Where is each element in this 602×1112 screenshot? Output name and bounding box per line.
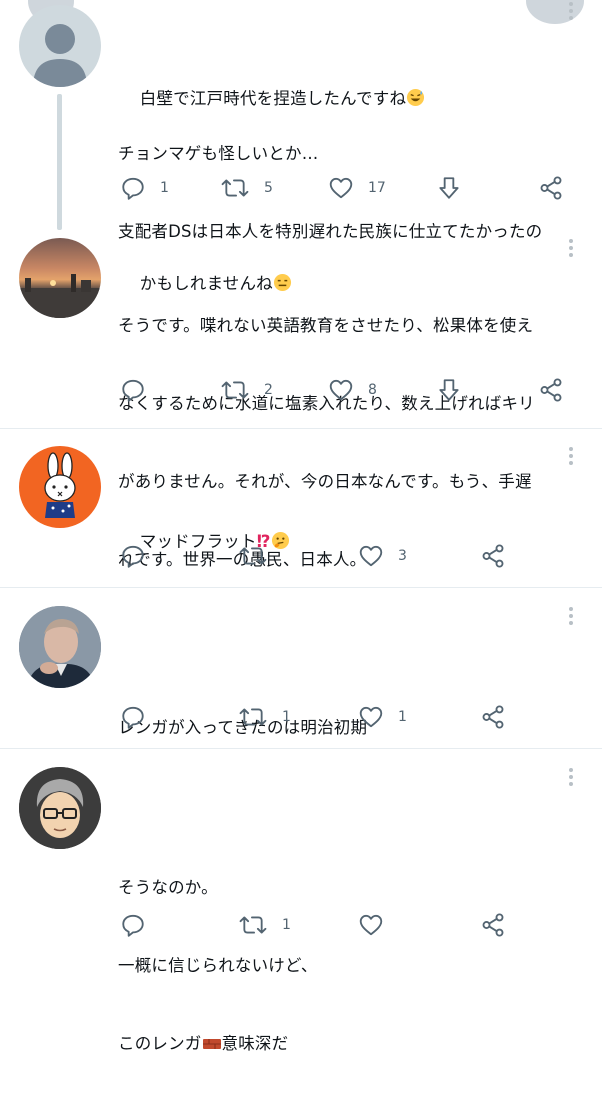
reply-icon (122, 379, 144, 402)
share-button[interactable] (538, 175, 564, 201)
tweet-line: 一概に信じられないけど、 (118, 956, 318, 975)
share-button[interactable] (480, 912, 506, 938)
reply-button[interactable] (120, 377, 160, 403)
tweet-line: チョンマゲも怪しいとか… (118, 144, 319, 163)
reply-icon (122, 545, 144, 568)
retweet-icon (239, 547, 267, 565)
retweet-button[interactable]: 2 (220, 377, 273, 403)
default-avatar[interactable] (19, 5, 101, 87)
tweet-1[interactable]: 白壁で江戸時代を捏造したんですね チョンマゲも怪しいとか… 支配者DSは日本人を… (0, 0, 602, 293)
portrait-photo (19, 606, 101, 688)
like-button[interactable]: 1 (358, 704, 407, 730)
heart-icon (359, 706, 383, 728)
more-options-icon[interactable] (566, 2, 576, 23)
heart-icon (329, 177, 353, 199)
retweet-button[interactable]: 5 (220, 175, 273, 201)
tweet-line: そうなのか。 (118, 878, 218, 897)
download-arrow-icon (439, 379, 459, 401)
tweet-line: 白壁で江戸時代を捏造したんですね (139, 89, 407, 108)
heart-icon (359, 914, 383, 936)
tweet-actions: 1 1 (118, 704, 578, 730)
retweet-icon (239, 708, 267, 726)
miffy-avatar[interactable] (19, 446, 101, 528)
retweet-button[interactable] (238, 543, 282, 569)
share-button[interactable] (538, 377, 564, 403)
tweet-4[interactable]: レンガが入ってきたのは明治初期 1 1 (0, 588, 602, 748)
share-button[interactable] (480, 543, 506, 569)
reply-button[interactable] (120, 912, 160, 938)
retweet-icon (239, 916, 267, 934)
reply-icon (122, 914, 144, 937)
illustrated-glasses-avatar[interactable] (19, 767, 101, 849)
more-options-icon[interactable] (566, 607, 576, 628)
tweet-3[interactable]: マッドフラット⁉ 3 (0, 429, 602, 587)
retweet-count: 1 (282, 709, 291, 725)
like-button[interactable] (358, 912, 398, 938)
heart-icon (359, 545, 383, 567)
reply-count: 1 (160, 180, 169, 196)
heart-icon (329, 379, 353, 401)
tweet-actions: 1 (118, 912, 578, 938)
more-options-icon[interactable] (566, 447, 576, 468)
retweet-count: 5 (264, 180, 273, 196)
share-icon (540, 176, 562, 200)
like-count: 3 (398, 548, 407, 564)
sweat-smile-emoji-icon (406, 88, 425, 115)
reply-button[interactable] (120, 704, 160, 730)
download-arrow-icon (439, 177, 459, 199)
cityscape-image (19, 274, 101, 318)
tweet-actions: 1 5 17 (118, 175, 578, 201)
reply-button[interactable] (120, 543, 160, 569)
share-icon (482, 913, 504, 937)
thread-line (57, 94, 62, 230)
retweet-button[interactable]: 1 (238, 704, 291, 730)
like-count: 1 (398, 709, 407, 725)
share-icon (482, 544, 504, 568)
like-count: 17 (368, 180, 386, 196)
retweet-count: 2 (264, 382, 273, 398)
tweet-actions: 2 8 (118, 377, 578, 403)
default-user-icon (33, 24, 87, 87)
rabbit-character-icon (44, 452, 76, 518)
reply-icon (122, 177, 144, 200)
tweet-line: 意味深だ (221, 1034, 289, 1053)
man-portrait-avatar[interactable] (19, 606, 101, 688)
tweet-text: そうなのか。 一概に信じられないけど、 このレンガ 意味深だ (118, 823, 588, 1112)
tweet-5[interactable]: そうなのか。 一概に信じられないけど、 このレンガ 意味深だ 1 (0, 749, 602, 1053)
reply-icon (122, 706, 144, 729)
cartoon-face-icon (19, 767, 101, 849)
tweet-line: そうです。喋れない英語教育をさせたり、松果体を使え (118, 316, 534, 335)
share-icon (540, 378, 562, 402)
tweet-2[interactable]: そうです。喋れない英語教育をさせたり、松果体を使え なくするために水道に塩素入れ… (0, 232, 602, 569)
like-button[interactable]: 17 (328, 175, 386, 201)
brick-emoji-icon (202, 1034, 222, 1060)
share-icon (482, 705, 504, 729)
retweet-button[interactable]: 1 (238, 912, 291, 938)
like-button[interactable]: 8 (328, 377, 377, 403)
retweet-icon (221, 179, 249, 197)
share-button[interactable] (480, 704, 506, 730)
retweet-count: 1 (282, 917, 291, 933)
download-button[interactable] (436, 175, 462, 201)
like-button[interactable]: 3 (358, 543, 407, 569)
more-options-icon[interactable] (566, 768, 576, 789)
tweet-line: このレンガ (118, 1034, 202, 1053)
sunset-avatar[interactable] (19, 238, 101, 318)
reply-button[interactable]: 1 (120, 175, 169, 201)
retweet-icon (221, 381, 249, 399)
download-button[interactable] (436, 377, 462, 403)
more-options-icon[interactable] (566, 239, 576, 260)
tweet-actions: 3 (118, 543, 578, 569)
like-count: 8 (368, 382, 377, 398)
